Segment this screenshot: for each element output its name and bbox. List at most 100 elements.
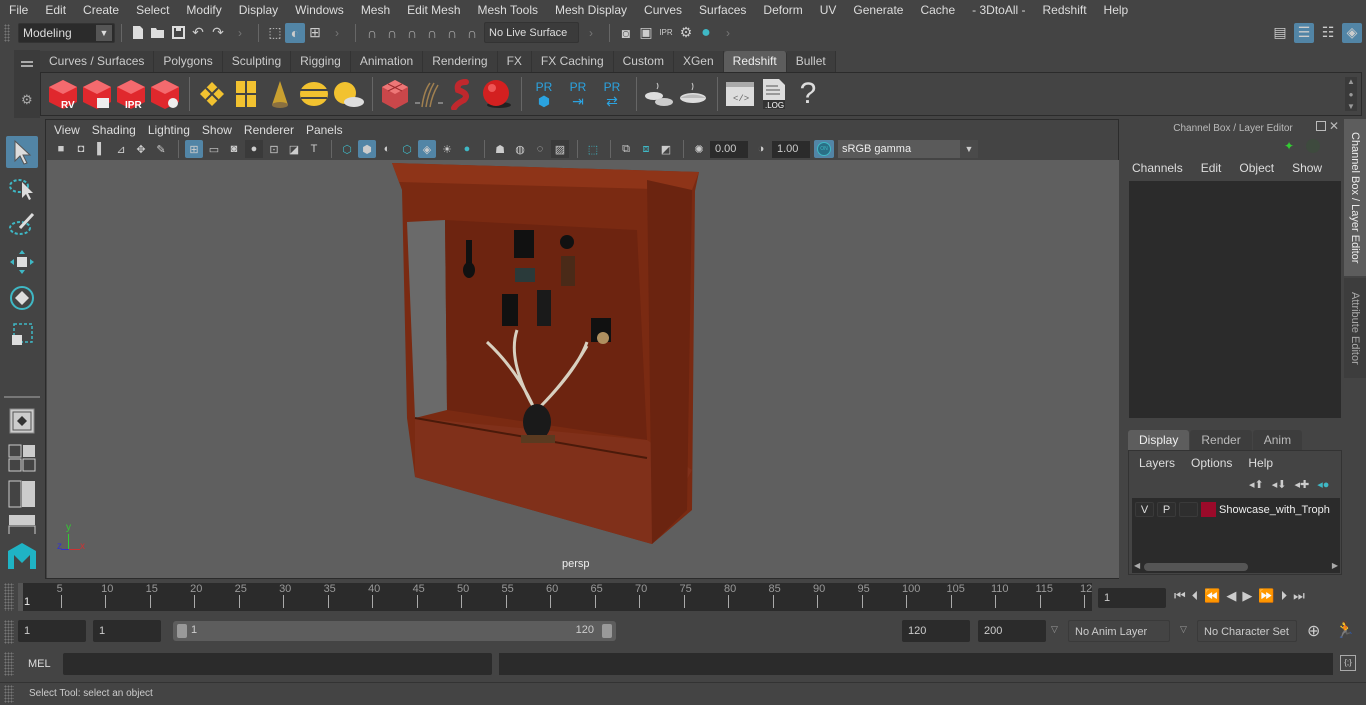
collapse-arrow-icon[interactable]: › bbox=[589, 26, 593, 40]
shelf-tab-redshift[interactable]: Redshift bbox=[723, 51, 787, 72]
menu-create[interactable]: Create bbox=[74, 0, 127, 20]
layer-name[interactable]: Showcase_with_Troph bbox=[1219, 504, 1330, 516]
shelf-tab-sculpting[interactable]: Sculpting bbox=[222, 51, 292, 72]
snap-to-point-icon[interactable]: ∩ bbox=[402, 23, 422, 43]
xray-joints-icon[interactable]: ⧈ bbox=[637, 140, 655, 158]
shelf-tab-custom[interactable]: Custom bbox=[613, 51, 674, 72]
collapse-arrow-icon[interactable]: › bbox=[726, 26, 730, 40]
menu-mesh-tools[interactable]: Mesh Tools bbox=[469, 0, 546, 20]
channel-box-toggle-icon[interactable]: ◈ bbox=[1342, 22, 1362, 43]
safe-action-icon[interactable]: ◪ bbox=[285, 140, 303, 158]
scroll-right-icon[interactable]: ▶ bbox=[1332, 561, 1338, 570]
render-settings-icon[interactable]: ⚙ bbox=[676, 23, 696, 43]
pr-swap-icon[interactable]: PR ⇄ bbox=[596, 77, 628, 111]
rotate-tool-icon[interactable] bbox=[6, 282, 38, 314]
collapse-arrow-icon[interactable]: › bbox=[335, 26, 339, 40]
gamma-field[interactable]: 1.00 bbox=[772, 140, 810, 158]
redshift-log-icon[interactable]: .LOG bbox=[758, 77, 790, 111]
motion-blur-icon[interactable]: ◍ bbox=[511, 140, 529, 158]
xray-components-icon[interactable]: ◩ bbox=[657, 140, 675, 158]
playback-end-field[interactable]: 120 bbox=[902, 620, 970, 642]
menu-mesh-display[interactable]: Mesh Display bbox=[546, 0, 635, 20]
layer-tab-anim[interactable]: Anim bbox=[1252, 430, 1303, 450]
menu-generate[interactable]: Generate bbox=[844, 0, 911, 20]
undo-icon[interactable]: ↶ bbox=[188, 23, 208, 43]
viewport-menu-lighting[interactable]: Lighting bbox=[142, 123, 196, 137]
menu-help[interactable]: Help bbox=[1095, 0, 1137, 20]
layer-visibility-toggle[interactable]: V bbox=[1135, 502, 1154, 517]
menu-file[interactable]: File bbox=[0, 0, 36, 20]
redshift-render-settings-icon[interactable] bbox=[149, 77, 181, 111]
snap-to-curve-icon[interactable]: ∩ bbox=[382, 23, 402, 43]
end-time-field[interactable]: 200 bbox=[978, 620, 1046, 642]
step-forward-key-icon[interactable]: ⏩ bbox=[1258, 588, 1274, 604]
side-tab-attribute-editor[interactable]: Attribute Editor bbox=[1344, 278, 1366, 378]
scroll-down-icon[interactable]: ▼ bbox=[1347, 102, 1355, 111]
layer-menu-options[interactable]: Options bbox=[1191, 456, 1232, 470]
four-view-layout-icon[interactable] bbox=[6, 442, 38, 474]
menu-uv[interactable]: UV bbox=[811, 0, 845, 20]
move-layer-down-icon[interactable]: ◂⬇ bbox=[1272, 478, 1287, 491]
play-forwards-icon[interactable]: ▶ bbox=[1242, 588, 1252, 604]
paint-select-tool-icon[interactable] bbox=[6, 208, 38, 240]
shelf-tab-fx[interactable]: FX bbox=[497, 51, 532, 72]
step-back-key-icon[interactable]: ⏪ bbox=[1204, 588, 1220, 604]
new-scene-icon[interactable] bbox=[128, 23, 148, 43]
menu-3dtoall[interactable]: - 3DtoAll - bbox=[963, 0, 1033, 20]
exposure-field[interactable]: 0.00 bbox=[710, 140, 748, 158]
help-icon[interactable]: ? bbox=[792, 77, 824, 111]
grease-pencil-icon[interactable]: ✎ bbox=[152, 140, 170, 158]
step-forward-frame-icon[interactable]: ⏵ bbox=[1281, 588, 1288, 604]
anim-layer-dropdown[interactable]: No Anim Layer bbox=[1068, 620, 1170, 642]
select-tool-icon[interactable] bbox=[6, 136, 38, 168]
range-end-handle[interactable] bbox=[602, 624, 612, 638]
time-slider[interactable]: 1 5 10 15 20 25 30 35 40 45 50 55 60 65 70 75 80 85 90 95 1… bbox=[18, 583, 1092, 611]
menu-cache[interactable]: Cache bbox=[911, 0, 963, 20]
redshift-batch-render-icon[interactable] bbox=[81, 77, 113, 111]
depth-of-field-icon[interactable]: ▨ bbox=[551, 140, 569, 158]
character-set-dropdown-arrow-icon[interactable]: ▽ bbox=[1180, 624, 1187, 635]
ipr-render-icon[interactable]: IPR bbox=[656, 23, 676, 43]
viewport-menu-renderer[interactable]: Renderer bbox=[238, 123, 300, 137]
grip-handle[interactable] bbox=[4, 652, 14, 676]
gamma-icon[interactable]: ◑ bbox=[752, 140, 770, 158]
redo-icon[interactable]: ↷ bbox=[208, 23, 228, 43]
menu-display[interactable]: Display bbox=[230, 0, 286, 20]
shadows-icon[interactable]: ● bbox=[458, 140, 476, 158]
shelf-scroll[interactable]: ▲ ● ▼ bbox=[1345, 77, 1357, 111]
menu-set-dropdown[interactable]: Modeling ▼ bbox=[18, 22, 115, 43]
grip-handle[interactable] bbox=[4, 23, 10, 42]
use-default-material-icon[interactable]: ◐ bbox=[378, 140, 396, 158]
menu-edit-mesh[interactable]: Edit Mesh bbox=[398, 0, 468, 20]
screen-space-ao-icon[interactable]: ☗ bbox=[491, 140, 509, 158]
playback-start-field[interactable]: 1 bbox=[93, 620, 161, 642]
shelf-tab-bullet[interactable]: Bullet bbox=[786, 51, 836, 72]
select-by-component-icon[interactable]: ⊞ bbox=[305, 23, 325, 43]
grip-handle[interactable] bbox=[4, 685, 14, 703]
resolution-gate-icon[interactable]: ◙ bbox=[225, 140, 243, 158]
go-to-start-icon[interactable]: ⏮ bbox=[1174, 588, 1186, 604]
viewport-menu-view[interactable]: View bbox=[48, 123, 86, 137]
use-all-lights-icon[interactable]: ☀ bbox=[438, 140, 456, 158]
anim-layer-dropdown-arrow-icon[interactable]: ▽ bbox=[1051, 624, 1058, 635]
new-layer-selected-icon[interactable]: ◂● bbox=[1317, 478, 1329, 491]
shelf-settings-gear-icon[interactable]: ⚙ bbox=[21, 92, 33, 108]
grid-toggle-icon[interactable]: ⊞ bbox=[185, 140, 203, 158]
save-scene-icon[interactable] bbox=[168, 23, 188, 43]
current-frame-field[interactable]: 1 bbox=[1098, 588, 1166, 608]
field-chart-icon[interactable]: ⊡ bbox=[265, 140, 283, 158]
collapse-arrow-icon[interactable]: › bbox=[238, 26, 242, 40]
script-editor-icon[interactable]: {;} bbox=[1340, 655, 1356, 671]
redshift-volume-icon[interactable] bbox=[447, 77, 479, 111]
wireframe-on-shaded-icon[interactable]: ⬡ bbox=[398, 140, 416, 158]
gate-mask-icon[interactable]: ● bbox=[245, 140, 263, 158]
character-set-dropdown[interactable]: No Character Set bbox=[1197, 620, 1297, 642]
scale-tool-icon[interactable] bbox=[6, 318, 38, 350]
layer-row[interactable]: V P Showcase_with_Troph bbox=[1135, 502, 1330, 517]
snap-to-surface-icon[interactable]: ∩ bbox=[442, 23, 462, 43]
script-language-toggle[interactable]: MEL bbox=[28, 658, 51, 670]
channel-box-menu-edit[interactable]: Edit bbox=[1201, 161, 1222, 175]
tool-settings-toggle-icon[interactable]: ☷ bbox=[1318, 23, 1338, 43]
wireframe-icon[interactable]: ⬡ bbox=[338, 140, 356, 158]
channel-box-menu-object[interactable]: Object bbox=[1239, 161, 1274, 175]
